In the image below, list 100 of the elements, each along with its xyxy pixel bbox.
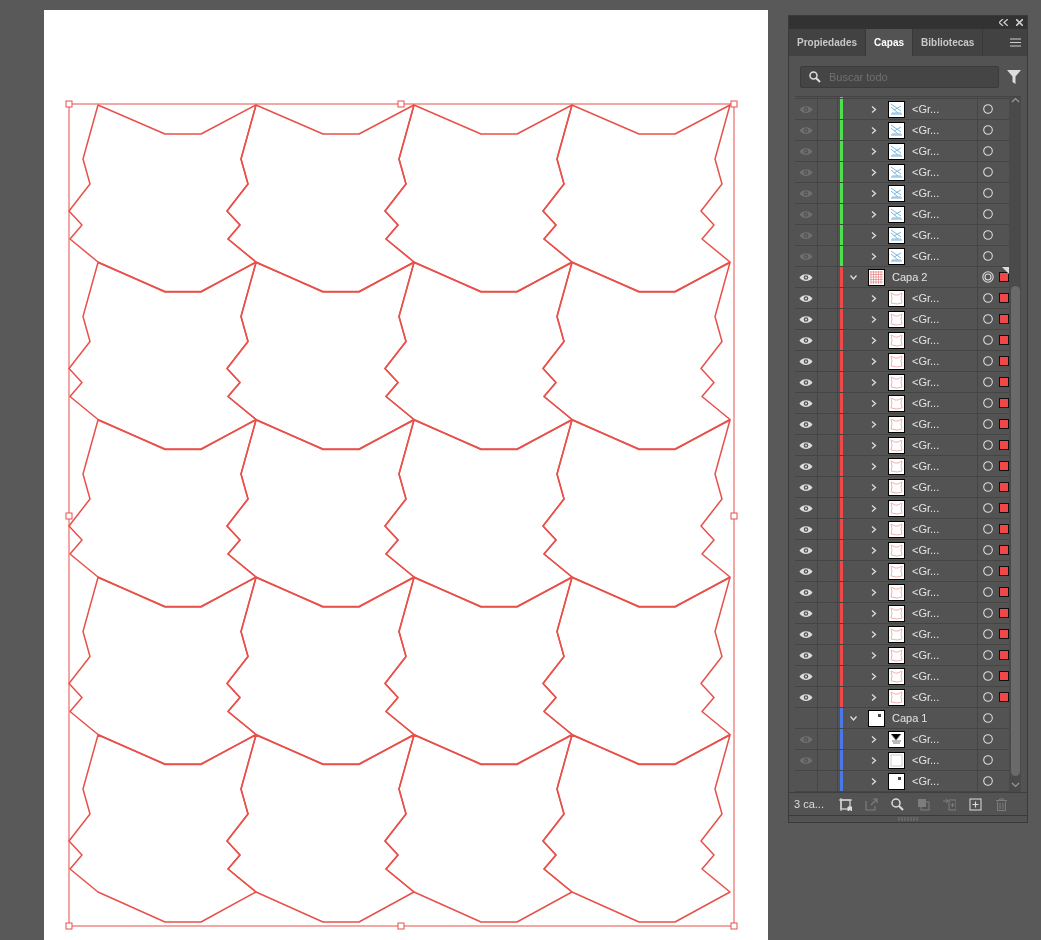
target-icon[interactable]: [982, 712, 994, 724]
chevron-icon[interactable]: [869, 504, 877, 512]
target-icon[interactable]: [982, 649, 994, 661]
eye-icon[interactable]: [799, 608, 813, 618]
layer-name[interactable]: <Gr...: [912, 145, 940, 157]
chevron-icon[interactable]: [869, 357, 877, 365]
selection-square[interactable]: [999, 356, 1009, 366]
chevron-icon[interactable]: [869, 693, 877, 701]
chevron-icon[interactable]: [869, 189, 877, 197]
resize-grip-icon[interactable]: [898, 817, 918, 821]
scroll-thumb[interactable]: [1010, 286, 1020, 776]
add-layer-icon[interactable]: [968, 797, 982, 811]
layer-name[interactable]: <Gr...: [912, 397, 940, 409]
layer-name[interactable]: <Gr...: [912, 775, 940, 787]
layer-name[interactable]: <Gr...: [912, 250, 940, 262]
selection-square[interactable]: [999, 398, 1009, 408]
selection-square[interactable]: [999, 524, 1009, 534]
eye-icon[interactable]: [799, 503, 813, 513]
filter-icon[interactable]: [1007, 70, 1021, 84]
target-icon[interactable]: [982, 544, 994, 556]
chevron-icon[interactable]: [869, 399, 877, 407]
chevron-icon[interactable]: [869, 147, 877, 155]
layer-name[interactable]: Capa 1: [892, 712, 928, 724]
chevron-icon[interactable]: [849, 714, 857, 722]
layer-name[interactable]: <Gr...: [912, 124, 940, 136]
target-icon[interactable]: [982, 250, 994, 262]
eye-icon[interactable]: [799, 293, 813, 303]
layer-name[interactable]: <Gr...: [912, 628, 940, 640]
target-icon[interactable]: [982, 166, 994, 178]
target-icon[interactable]: [982, 271, 994, 283]
layer-name[interactable]: <Gr...: [912, 166, 940, 178]
eye-icon[interactable]: [799, 629, 813, 639]
eye-icon[interactable]: [799, 272, 813, 282]
target-icon[interactable]: [982, 586, 994, 598]
search-icon[interactable]: [890, 797, 904, 811]
eye-icon[interactable]: [799, 461, 813, 471]
chevron-icon[interactable]: [869, 315, 877, 323]
target-icon[interactable]: [982, 334, 994, 346]
chevron-icon[interactable]: [869, 630, 877, 638]
layer-name[interactable]: <Gr...: [912, 418, 940, 430]
chevron-icon[interactable]: [869, 168, 877, 176]
layer-name[interactable]: <Gr...: [912, 691, 940, 703]
chevron-icon[interactable]: [869, 756, 877, 764]
chevron-icon[interactable]: [869, 336, 877, 344]
selection-square[interactable]: [999, 692, 1009, 702]
selection-square[interactable]: [999, 545, 1009, 555]
target-icon[interactable]: [982, 460, 994, 472]
chevron-icon[interactable]: [869, 483, 877, 491]
selection-square[interactable]: [999, 503, 1009, 513]
selection-square[interactable]: [999, 272, 1009, 282]
eye-icon[interactable]: [799, 356, 813, 366]
artboard-icon[interactable]: [838, 797, 852, 811]
target-icon[interactable]: [982, 376, 994, 388]
target-icon[interactable]: [982, 418, 994, 430]
chevron-icon[interactable]: [869, 462, 877, 470]
layer-name[interactable]: <Gr...: [912, 481, 940, 493]
selection-square[interactable]: [999, 419, 1009, 429]
layer-name[interactable]: <Gr...: [912, 229, 940, 241]
chevron-icon[interactable]: [869, 105, 877, 113]
layer-name[interactable]: <Gr...: [912, 586, 940, 598]
layer-name[interactable]: <Gr...: [912, 313, 940, 325]
target-icon[interactable]: [982, 208, 994, 220]
chevron-icon[interactable]: [869, 210, 877, 218]
selection-square[interactable]: [999, 335, 1009, 345]
eye-icon[interactable]: [799, 671, 813, 681]
target-icon[interactable]: [982, 145, 994, 157]
layer-name[interactable]: <Gr...: [912, 754, 940, 766]
chevron-icon[interactable]: [869, 378, 877, 386]
collapse-icon[interactable]: [999, 19, 1008, 26]
target-icon[interactable]: [982, 523, 994, 535]
target-icon[interactable]: [982, 229, 994, 241]
target-icon[interactable]: [982, 565, 994, 577]
scrollbar[interactable]: [1009, 97, 1021, 792]
target-icon[interactable]: [982, 124, 994, 136]
layer-name[interactable]: <Gr...: [912, 565, 940, 577]
menu-icon[interactable]: [1010, 38, 1021, 47]
chevron-icon[interactable]: [869, 126, 877, 134]
layer-name[interactable]: <Gr...: [912, 670, 940, 682]
layer-name[interactable]: <Gr...: [912, 334, 940, 346]
selection-square[interactable]: [999, 293, 1009, 303]
target-icon[interactable]: [982, 670, 994, 682]
target-icon[interactable]: [982, 691, 994, 703]
chevron-icon[interactable]: [869, 546, 877, 554]
eye-icon[interactable]: [799, 377, 813, 387]
chevron-icon[interactable]: [869, 588, 877, 596]
chevron-icon[interactable]: [869, 525, 877, 533]
selection-square[interactable]: [999, 314, 1009, 324]
target-icon[interactable]: [982, 607, 994, 619]
chevron-icon[interactable]: [869, 420, 877, 428]
layer-name[interactable]: <Gr...: [912, 607, 940, 619]
eye-icon[interactable]: [799, 314, 813, 324]
panel-tab[interactable]: Capas: [866, 29, 914, 56]
layer-name[interactable]: <Gr...: [912, 292, 940, 304]
layer-name[interactable]: <Gr...: [912, 187, 940, 199]
chevron-icon[interactable]: [869, 609, 877, 617]
target-icon[interactable]: [982, 355, 994, 367]
chevron-icon[interactable]: [869, 252, 877, 260]
selection-square[interactable]: [999, 482, 1009, 492]
layer-name[interactable]: Capa 2: [892, 271, 928, 283]
selection-square[interactable]: [999, 377, 1009, 387]
